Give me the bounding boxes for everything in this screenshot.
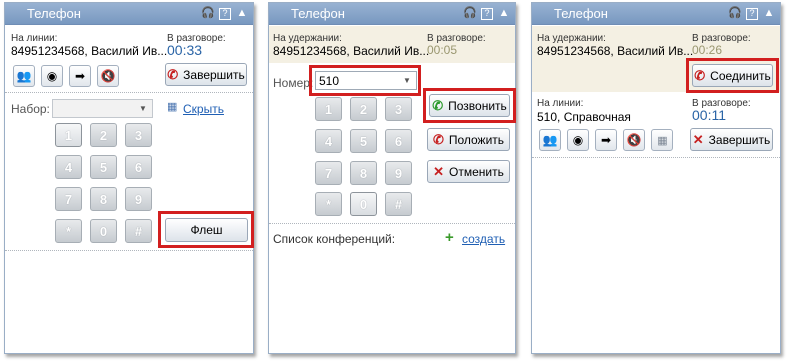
conference-icon[interactable]: 👥	[539, 129, 561, 151]
hold-label: На удержании:	[537, 33, 606, 44]
help-icon[interactable]: ?	[219, 7, 231, 20]
create-conference-link[interactable]: создать	[462, 232, 505, 246]
keypad-icon[interactable]: ▦	[167, 100, 177, 113]
key-3[interactable]: 3	[385, 97, 412, 121]
key-2[interactable]: 2	[90, 123, 117, 147]
panel-titlebar: Телефон 🎧 ? ▲	[5, 3, 253, 25]
divider	[5, 250, 253, 251]
panel-title: Телефон	[554, 6, 608, 21]
call-label: Позвонить	[448, 98, 507, 113]
hold-timer: 00:05	[427, 43, 458, 57]
line-label: На линии:	[11, 33, 58, 44]
divider	[532, 157, 780, 158]
phone-panel-1: Телефон 🎧 ? ▲ На линии: В разговоре: 849…	[4, 2, 254, 354]
phone-red-icon: ✆	[167, 66, 179, 82]
transfer-icon[interactable]: ➡	[595, 129, 617, 151]
key-5[interactable]: 5	[350, 129, 377, 153]
key-9[interactable]: 9	[125, 187, 152, 211]
cancel-label: Отменить	[449, 164, 504, 179]
end-call-button[interactable]: ✕ Завершить	[690, 128, 773, 151]
talk-timer: 00:11	[692, 107, 726, 123]
help-icon[interactable]: ?	[481, 7, 493, 20]
cancel-button[interactable]: ✕ Отменить	[427, 160, 510, 183]
key-4[interactable]: 4	[55, 155, 82, 179]
mute-icon[interactable]: 🔇	[623, 129, 645, 151]
key-3[interactable]: 3	[125, 123, 152, 147]
hold-label: На удержании:	[273, 33, 342, 44]
close-icon: ✕	[692, 131, 704, 147]
key-0[interactable]: 0	[90, 219, 117, 243]
flash-label: Флеш	[190, 223, 223, 237]
key-5[interactable]: 5	[90, 155, 117, 179]
transfer-icon[interactable]: ➡	[69, 65, 91, 87]
plus-icon[interactable]: +	[445, 229, 454, 246]
panel-titlebar: Телефон 🎧 ? ▲	[269, 3, 515, 25]
conference-list-label: Список конференций:	[273, 232, 396, 246]
hangup-label: Положить	[448, 132, 505, 147]
mute-icon[interactable]: 🔇	[97, 65, 119, 87]
number-input[interactable]: 510 ▼	[315, 71, 417, 90]
key-4[interactable]: 4	[315, 129, 342, 153]
key-0[interactable]: 0	[350, 192, 377, 216]
collapse-icon[interactable]: ▲	[762, 7, 776, 21]
panel-title: Телефон	[27, 6, 81, 21]
panel-title: Телефон	[291, 6, 345, 21]
key-2[interactable]: 2	[350, 97, 377, 121]
hide-keypad-link[interactable]: Скрыть	[183, 102, 224, 116]
key-hash[interactable]: #	[125, 219, 152, 243]
record-icon[interactable]: ◉	[41, 65, 63, 87]
hold-timer: 00:26	[692, 43, 723, 57]
connect-button[interactable]: ✆ Соединить	[692, 64, 773, 87]
number-label: Номер:	[273, 76, 314, 90]
keypad-icon[interactable]: ▦	[651, 129, 673, 151]
divider	[269, 223, 515, 224]
key-1[interactable]: 1	[55, 123, 82, 147]
help-icon[interactable]: ?	[746, 7, 758, 20]
key-hash[interactable]: #	[385, 192, 412, 216]
dial-input[interactable]: ▼	[52, 99, 153, 118]
call-button[interactable]: ✆ Позвонить	[429, 94, 510, 117]
dial-label: Набор:	[11, 102, 50, 116]
phone-panel-3: Телефон 🎧 ? ▲ На удержании: В разговоре:…	[531, 2, 781, 354]
key-8[interactable]: 8	[90, 187, 117, 211]
panel-titlebar: Телефон 🎧 ? ▲	[532, 3, 780, 25]
key-star[interactable]: *	[55, 219, 82, 243]
headset-icon[interactable]: 🎧	[728, 7, 742, 21]
line-caller: 84951234568, Василий Ив...	[11, 44, 168, 58]
key-7[interactable]: 7	[315, 161, 342, 185]
chevron-down-icon: ▼	[139, 104, 147, 113]
chevron-down-icon: ▼	[403, 76, 411, 85]
key-6[interactable]: 6	[125, 155, 152, 179]
headset-icon[interactable]: 🎧	[463, 7, 477, 21]
collapse-icon[interactable]: ▲	[235, 7, 249, 21]
key-8[interactable]: 8	[350, 161, 377, 185]
key-6[interactable]: 6	[385, 129, 412, 153]
phone-red-icon: ✆	[694, 67, 706, 83]
hold-caller: 84951234568, Василий Ив...	[273, 44, 430, 58]
end-call-label: Завершить	[708, 132, 771, 147]
key-9[interactable]: 9	[385, 161, 412, 185]
divider	[5, 92, 253, 93]
key-1[interactable]: 1	[315, 97, 342, 121]
number-value: 510	[319, 73, 340, 88]
connect-label: Соединить	[710, 68, 771, 83]
line-label: На линии:	[537, 98, 584, 109]
headset-icon[interactable]: 🎧	[201, 7, 215, 21]
talk-timer: 00:33	[167, 42, 203, 58]
hangup-button[interactable]: ✆ Положить	[427, 128, 510, 151]
hold-caller: 84951234568, Василий Ив...	[537, 44, 694, 58]
record-icon[interactable]: ◉	[567, 129, 589, 151]
key-star[interactable]: *	[315, 192, 342, 216]
phone-red-icon: ✆	[432, 131, 444, 147]
end-call-button[interactable]: ✆ Завершить	[165, 63, 247, 86]
close-icon: ✕	[433, 163, 445, 179]
flash-button[interactable]: Флеш	[165, 218, 248, 242]
conference-icon[interactable]: 👥	[13, 65, 35, 87]
collapse-icon[interactable]: ▲	[497, 7, 511, 21]
end-call-label: Завершить	[183, 67, 245, 82]
line-caller: 510, Справочная	[537, 110, 631, 124]
phone-green-icon: ✆	[432, 97, 444, 113]
phone-panel-2: Телефон 🎧 ? ▲ На удержании: В разговоре:…	[268, 2, 516, 354]
key-7[interactable]: 7	[55, 187, 82, 211]
